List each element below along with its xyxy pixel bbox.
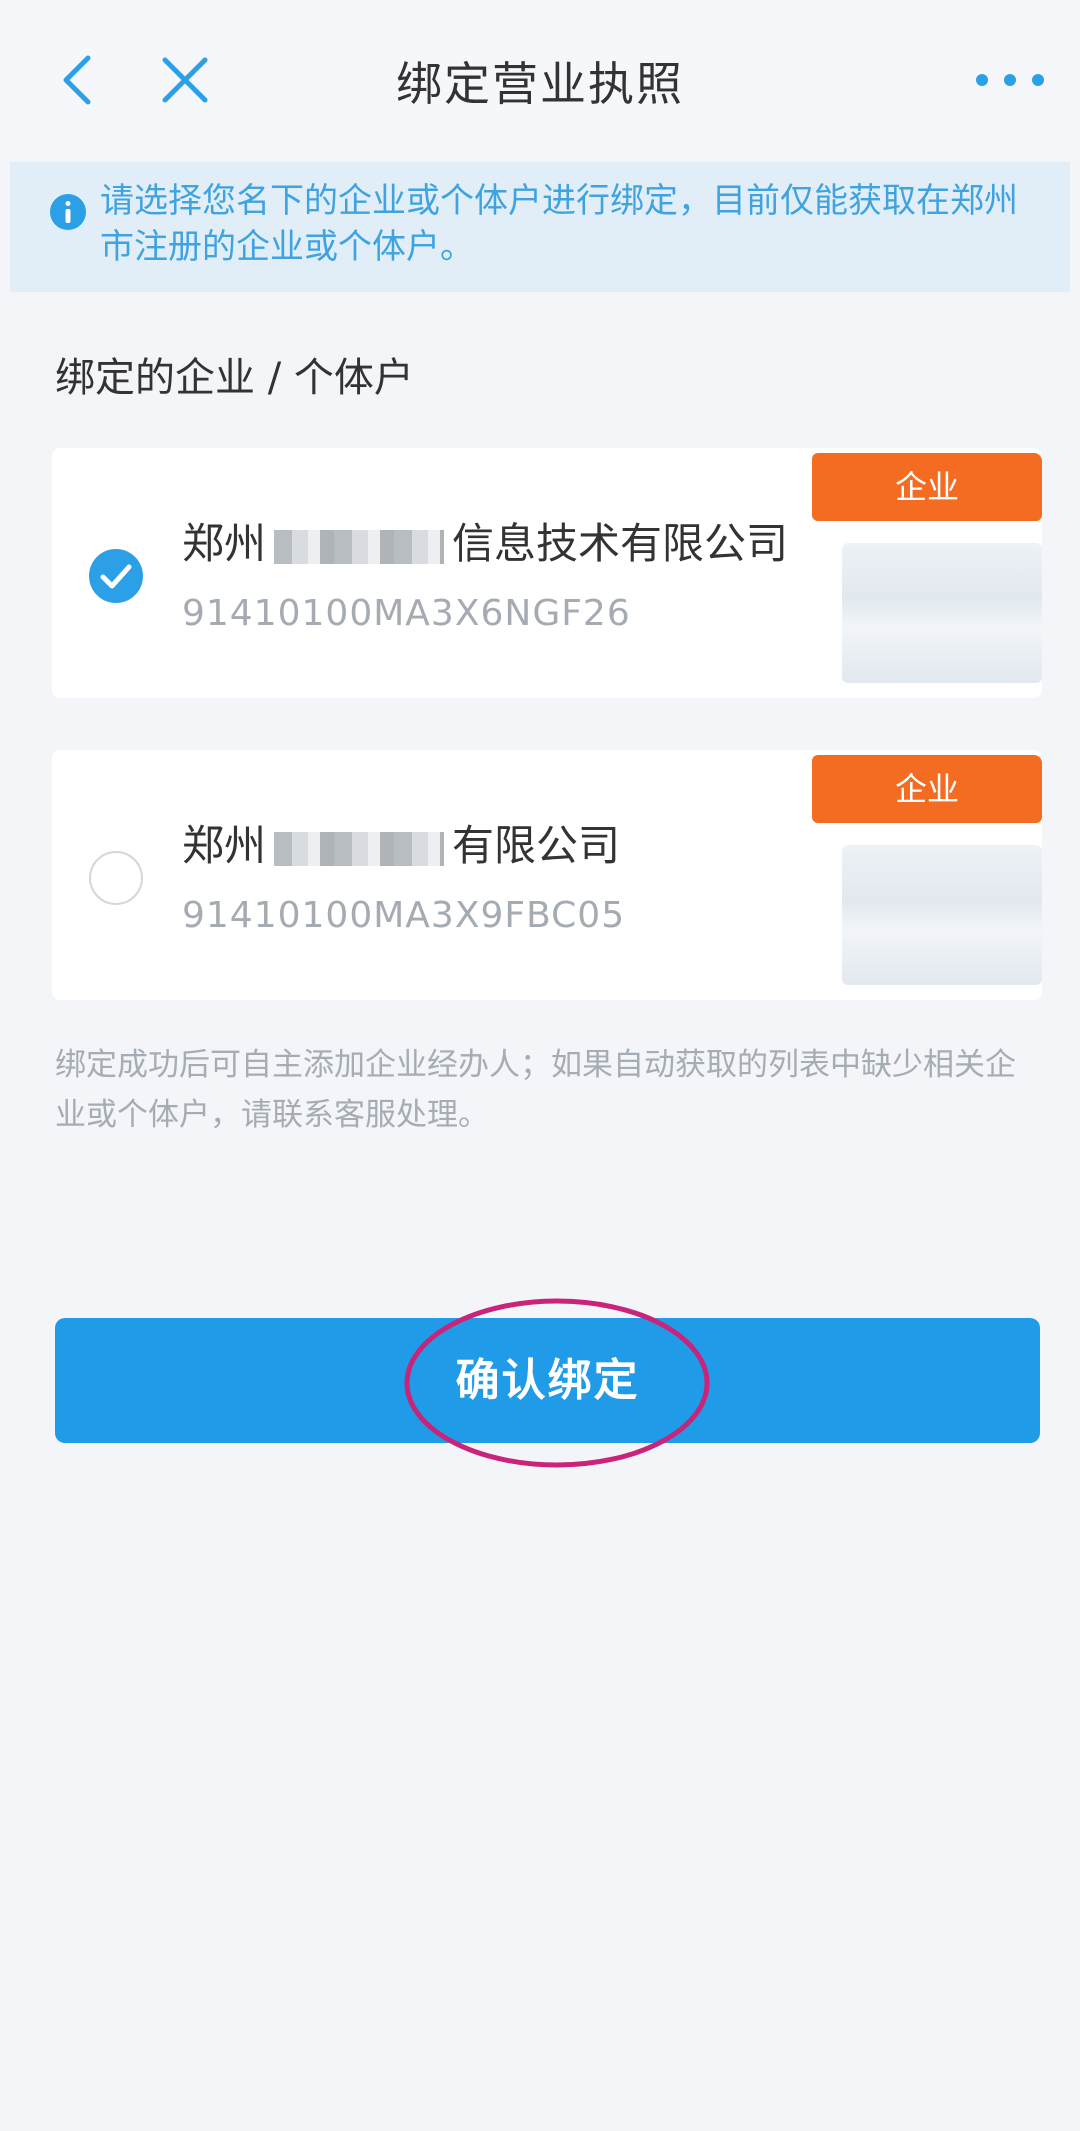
company-type-badge: 企业 — [812, 453, 1042, 521]
company-name: 郑州 信息技术有限公司 — [182, 510, 788, 571]
nav-header: 绑定营业执照 — [0, 0, 1080, 160]
section-title: 绑定的企业 / 个体户 — [55, 355, 414, 401]
info-icon — [50, 194, 86, 230]
redacted-mosaic — [274, 529, 445, 564]
company-name: 郑州 有限公司 — [182, 812, 620, 873]
credit-code: 91410100MA3X9FBC05 — [182, 895, 626, 936]
company-name-suffix: 有限公司 — [452, 821, 621, 870]
blurred-area — [842, 543, 1042, 683]
notice-banner: 请选择您名下的企业或个体户进行绑定，目前仅能获取在郑州市注册的企业或个体户。 — [10, 162, 1070, 292]
redacted-mosaic — [274, 831, 445, 866]
notice-text: 请选择您名下的企业或个体户进行绑定，目前仅能获取在郑州市注册的企业或个体户。 — [100, 181, 1018, 267]
credit-code: 91410100MA3X6NGF26 — [182, 593, 631, 634]
company-name-suffix: 信息技术有限公司 — [452, 519, 789, 568]
help-tip: 绑定成功后可自主添加企业经办人；如果自动获取的列表中缺少相关企业或个体户，请联系… — [55, 1047, 1016, 1133]
annotation-circle — [404, 1298, 710, 1468]
more-icon[interactable] — [970, 55, 1050, 105]
radio-checked-icon[interactable] — [88, 548, 144, 604]
page: 绑定营业执照 请选择您名下的企业或个体户进行绑定，目前仅能获取在郑州市注册的企业… — [0, 0, 1080, 2131]
radio-unchecked-icon[interactable] — [88, 850, 144, 906]
page-title: 绑定营业执照 — [396, 57, 684, 111]
company-card-2[interactable]: 企业 郑州 有限公司 91410100MA3X9FBC05 — [52, 750, 1042, 1000]
company-card-1[interactable]: 企业 郑州 信息技术有限公司 91410100MA3X6NGF26 — [52, 448, 1042, 698]
company-name-prefix: 郑州 — [182, 519, 267, 568]
company-name-prefix: 郑州 — [182, 821, 267, 870]
blurred-area — [842, 845, 1042, 985]
company-type-badge: 企业 — [812, 755, 1042, 823]
